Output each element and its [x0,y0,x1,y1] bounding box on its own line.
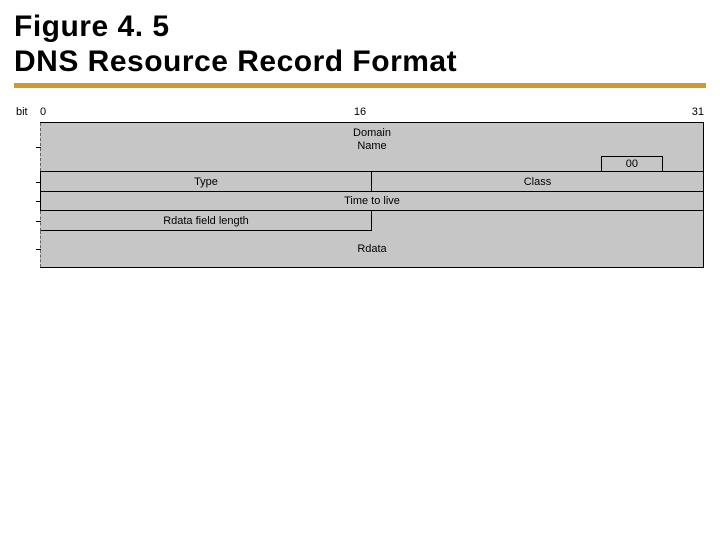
bit-label: bit [16,106,28,118]
record-layout: Domain Name 00 Type Class Time to live R… [40,122,704,268]
field-ttl: Time to live [40,191,703,211]
ttl-label: Time to live [41,192,703,210]
field-rdata: Rdata [40,231,703,267]
field-class: Class [372,172,703,192]
bit-16-marker: 16 [354,106,366,118]
dns-record-diagram: bit 0 16 31 Domain Name 00 Type Class Ti… [16,106,704,268]
domain-name-label: Domain Name [353,127,391,152]
field-type: Type [41,172,372,192]
title-underline [14,83,706,88]
figure-title: DNS Resource Record Format [14,45,706,80]
figure-number: Figure 4. 5 [14,10,706,45]
bit-ruler: bit 0 16 31 [16,106,704,122]
rdata-label: Rdata [357,243,386,255]
figure-title-block: Figure 4. 5 DNS Resource Record Format [0,0,720,92]
bit-0-marker: 0 [40,106,46,118]
rdata-length-empty-half [372,211,703,231]
domain-terminator-box: 00 [601,156,663,171]
field-type-class-row: Type Class [40,171,703,191]
bit-31-marker: 31 [692,106,704,118]
field-rdata-length-row: Rdata field length [40,211,703,231]
field-rdata-length: Rdata field length [41,211,372,231]
field-domain-name: Domain Name 00 [40,123,703,171]
